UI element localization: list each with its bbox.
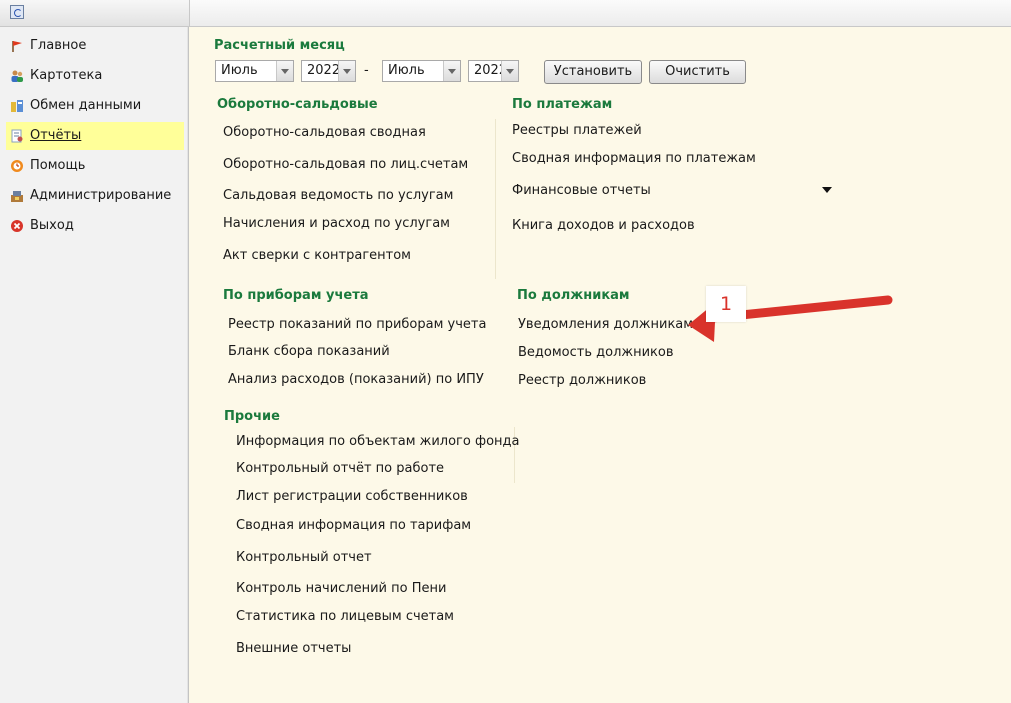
annotation-number: 1 — [719, 293, 733, 315]
annotation-label: 1 — [706, 286, 746, 322]
annotation-arrow-icon — [688, 295, 893, 342]
